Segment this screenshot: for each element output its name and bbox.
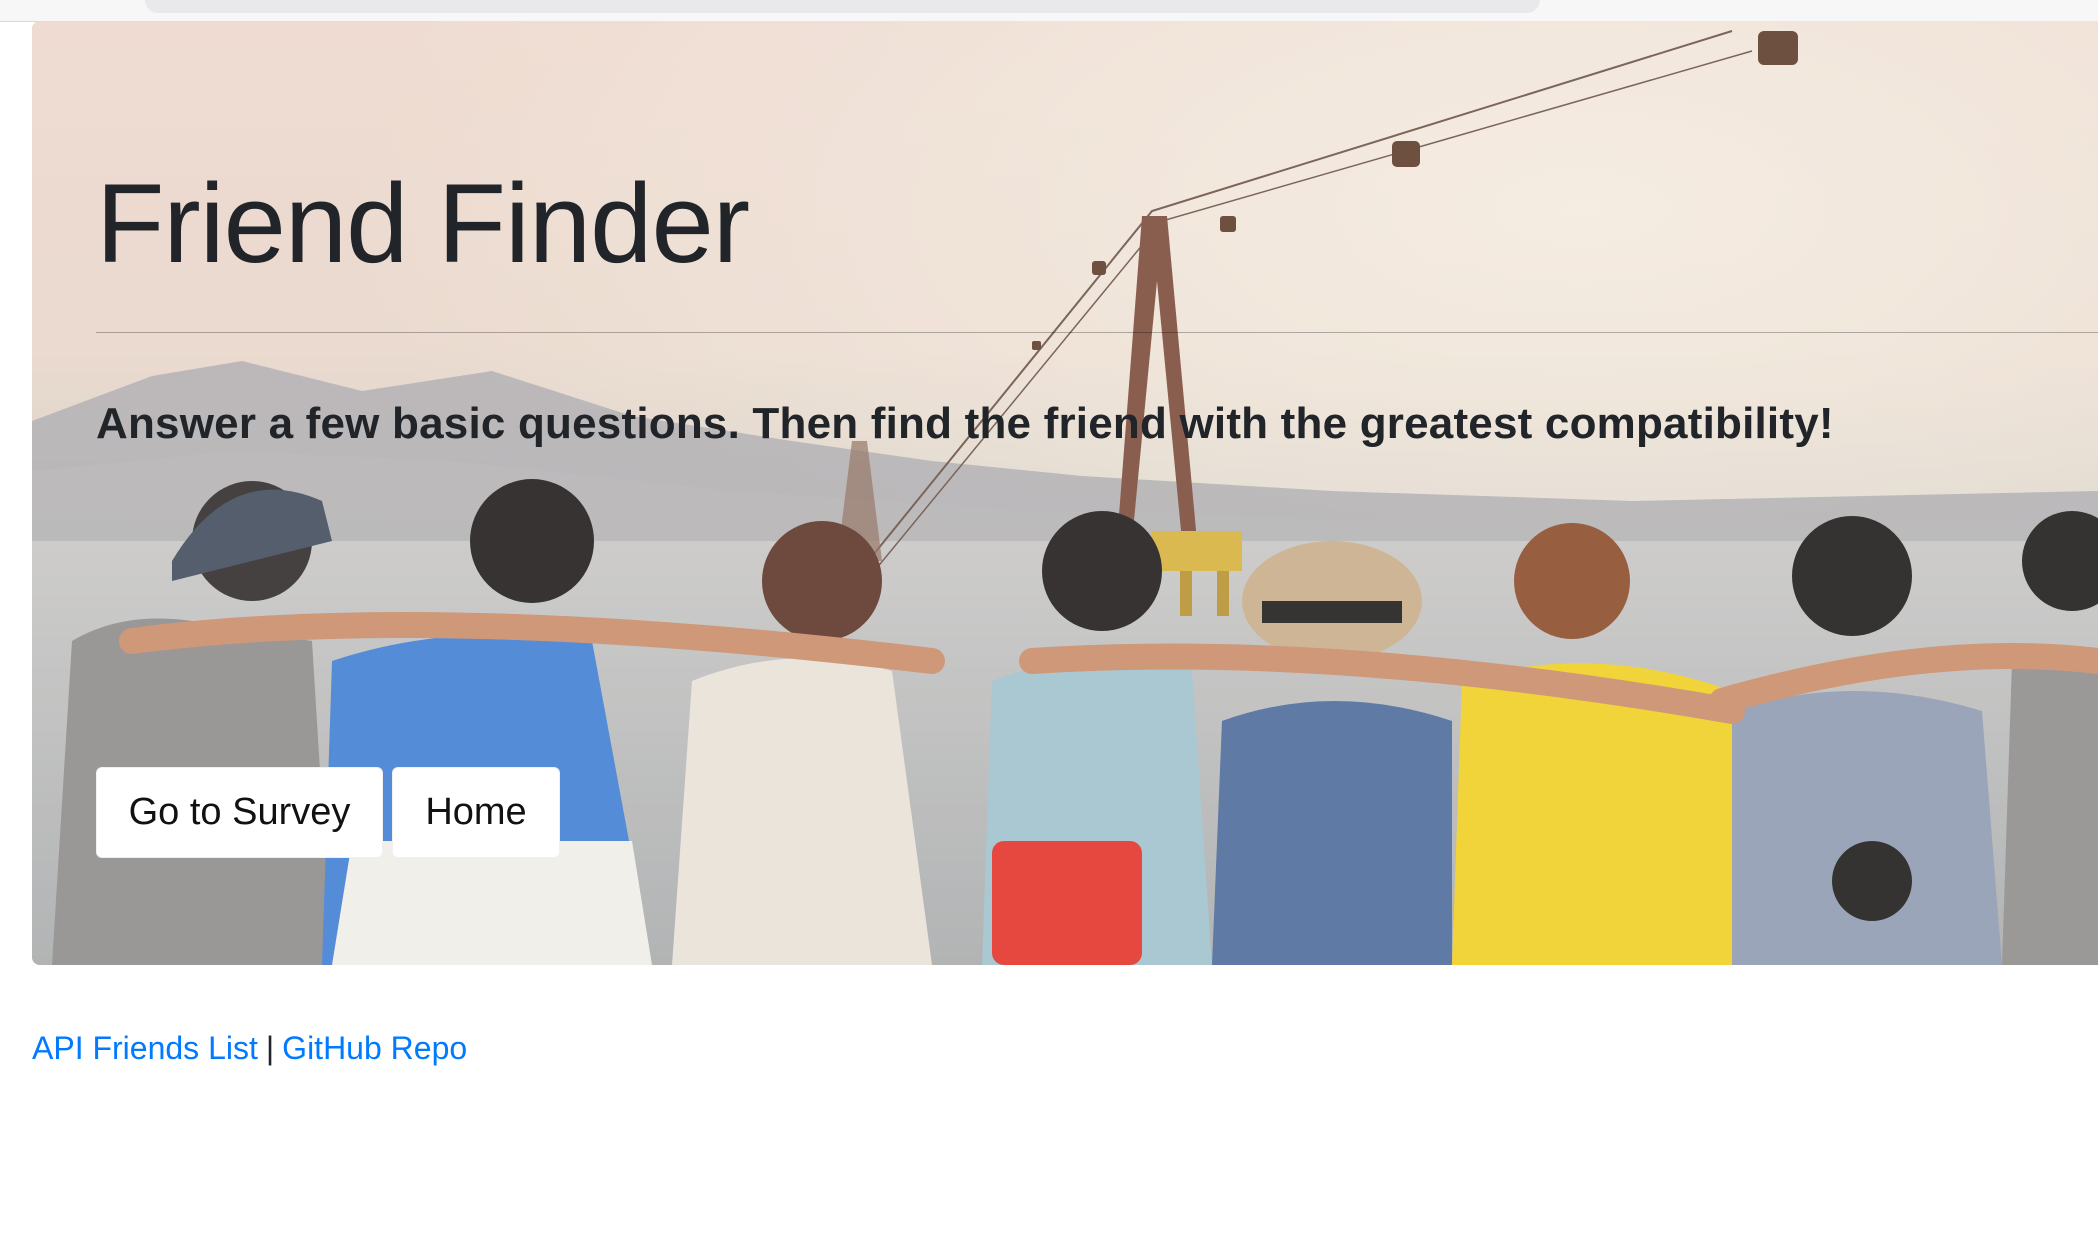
address-bar[interactable] [145,0,1540,13]
footer-links: API Friends List | GitHub Repo [32,1030,467,1067]
jumbotron: Friend Finder Answer a few basic questio… [32,21,2098,965]
go-to-survey-button[interactable]: Go to Survey [96,767,383,858]
browser-top-bar [0,0,2098,22]
divider [96,332,2098,333]
github-repo-link[interactable]: GitHub Repo [282,1030,467,1066]
lead-text: Answer a few basic questions. Then find … [96,399,1834,448]
home-button[interactable]: Home [392,767,560,858]
api-friends-list-link[interactable]: API Friends List [32,1030,258,1066]
page-title: Friend Finder [96,161,750,286]
link-separator: | [265,1030,275,1066]
